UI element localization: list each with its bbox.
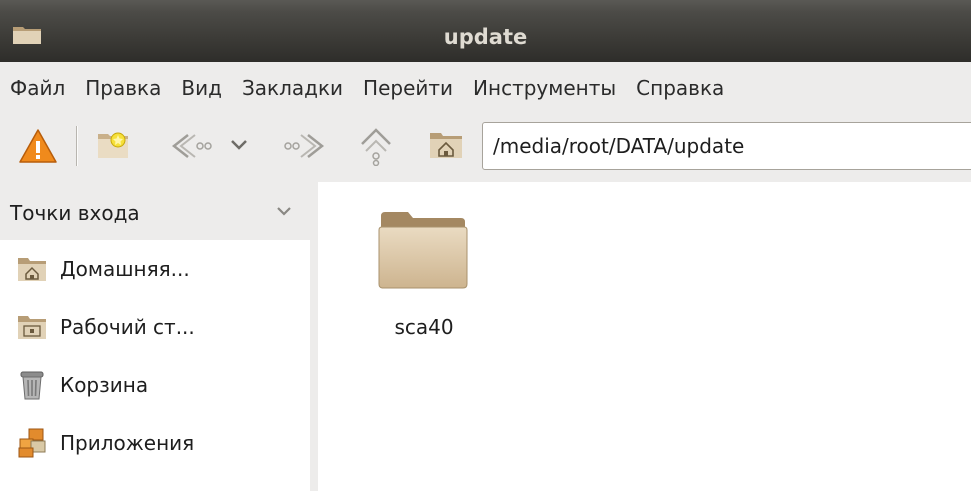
- menu-edit[interactable]: Правка: [85, 75, 161, 101]
- file-view: sca40: [318, 182, 971, 491]
- menu-file[interactable]: Файл: [10, 75, 65, 101]
- sidebar: Точки входа Домашняя... Рабочий ст... Ко…: [0, 182, 318, 491]
- menu-tools[interactable]: Инструменты: [473, 75, 616, 101]
- pane-divider[interactable]: [310, 182, 318, 491]
- menu-view[interactable]: Вид: [181, 75, 222, 101]
- file-name: sca40: [394, 315, 454, 339]
- menu-help[interactable]: Справка: [636, 75, 724, 101]
- places-list: Домашняя... Рабочий ст... Корзина Прилож…: [0, 240, 310, 491]
- applications-icon: [18, 428, 46, 458]
- up-arrow-icon[interactable]: [358, 126, 394, 166]
- file-item-folder[interactable]: sca40: [366, 202, 486, 339]
- sidebar-item-applications[interactable]: Приложения: [0, 414, 310, 472]
- chevron-down-icon[interactable]: [230, 138, 248, 152]
- warning-icon[interactable]: [18, 128, 58, 164]
- sidebar-item-label: Приложения: [60, 431, 195, 455]
- menu-bookmarks[interactable]: Закладки: [242, 75, 343, 101]
- sidebar-item-desktop[interactable]: Рабочий ст...: [0, 298, 310, 356]
- window-title: update: [443, 25, 528, 49]
- sidebar-item-trash[interactable]: Корзина: [0, 356, 310, 414]
- home-icon[interactable]: [428, 130, 464, 160]
- desktop-folder-icon: [18, 316, 46, 339]
- toolbar: /media/root/DATA/update: [0, 114, 971, 180]
- folder-icon: [378, 212, 468, 289]
- new-tab-icon[interactable]: [96, 130, 130, 160]
- forward-arrow-icon[interactable]: [282, 132, 326, 160]
- sidebar-item-label: Корзина: [60, 373, 149, 397]
- menu-bar: Файл Правка Вид Закладки Перейти Инструм…: [0, 62, 971, 114]
- sidebar-header-label: Точки входа: [10, 201, 140, 225]
- title-bar[interactable]: update: [0, 0, 971, 62]
- home-folder-icon: [18, 258, 46, 281]
- location-path-input[interactable]: /media/root/DATA/update: [482, 122, 971, 170]
- sidebar-item-label: Домашняя...: [60, 257, 190, 281]
- sidebar-item-label: Рабочий ст...: [60, 315, 195, 339]
- menu-go[interactable]: Перейти: [363, 75, 453, 101]
- trash-icon: [20, 371, 44, 400]
- back-arrow-icon[interactable]: [170, 132, 214, 160]
- sidebar-item-home[interactable]: Домашняя...: [0, 240, 310, 298]
- toolbar-separator: [76, 126, 78, 166]
- chevron-down-icon: [277, 207, 291, 216]
- file-manager-window: update Файл Правка Вид Закладки Перейти …: [0, 0, 971, 491]
- sidebar-mode-selector[interactable]: Точки входа: [0, 182, 310, 240]
